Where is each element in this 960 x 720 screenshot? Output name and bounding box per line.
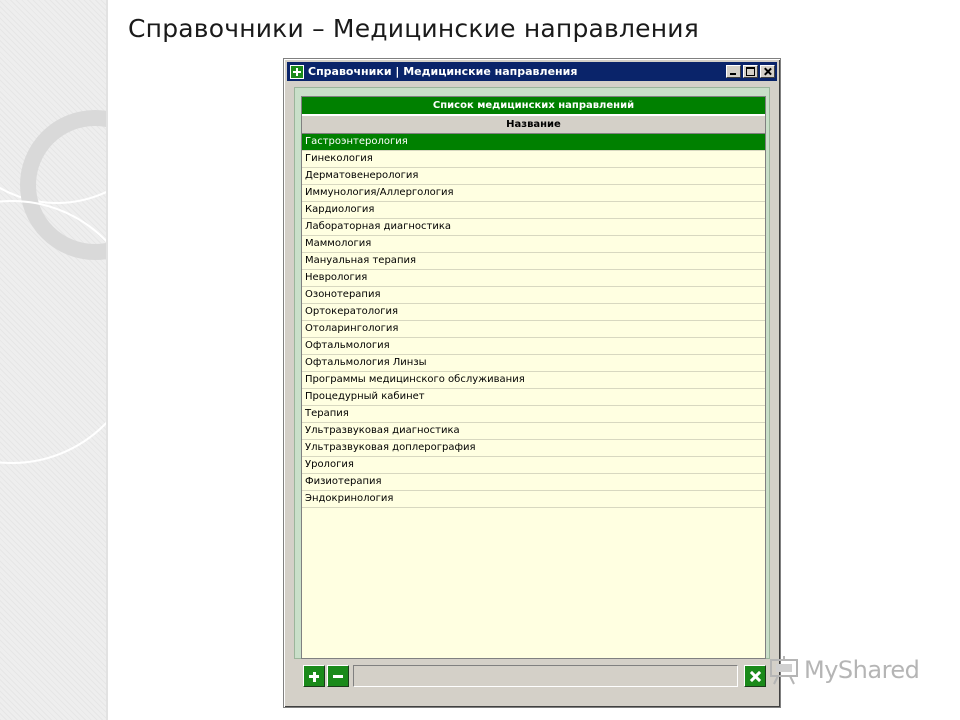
maximize-button[interactable] — [743, 65, 758, 78]
table-row[interactable]: Маммология — [302, 236, 765, 253]
table-row[interactable]: Лабораторная диагностика — [302, 219, 765, 236]
decorative-strip — [0, 0, 108, 720]
window-controls — [726, 65, 775, 78]
column-header-name[interactable]: Название — [302, 115, 765, 134]
close-window-button[interactable] — [760, 65, 775, 78]
watermark-text: MyShared — [804, 656, 920, 684]
window-title: Справочники | Медицинские направления — [308, 65, 578, 78]
close-form-button[interactable] — [744, 665, 766, 687]
watermark: MyShared — [768, 654, 920, 686]
table-row[interactable]: Офтальмология — [302, 338, 765, 355]
grid-rows: Гастроэнтерология Гинекология Дерматовенер… — [302, 134, 765, 508]
plus-icon — [304, 666, 324, 686]
slide-title: Справочники – Медицинские направления — [128, 14, 699, 43]
minimize-button[interactable] — [726, 65, 741, 78]
table-row[interactable]: Дерматовенерология — [302, 168, 765, 185]
minus-icon — [328, 666, 348, 686]
table-row[interactable]: Мануальная терапия — [302, 253, 765, 270]
table-row[interactable]: Гастроэнтерология — [302, 134, 765, 151]
table-row[interactable]: Ультразвуковая диагностика — [302, 423, 765, 440]
app-cross-icon — [290, 64, 304, 79]
table-row[interactable]: Эндокринология — [302, 491, 765, 508]
table-row[interactable]: Иммунология/Аллергология — [302, 185, 765, 202]
add-record-button[interactable] — [303, 665, 325, 687]
table-row[interactable]: Программы медицинского обслуживания — [302, 372, 765, 389]
table-row[interactable]: Неврология — [302, 270, 765, 287]
table-row[interactable]: Терапия — [302, 406, 765, 423]
toolbar-spacer — [353, 665, 738, 687]
directions-grid: Список медицинских направлений Название … — [301, 96, 766, 659]
table-row[interactable]: Отоларингология — [302, 321, 765, 338]
table-row[interactable]: Ультразвуковая доплерография — [302, 440, 765, 457]
delete-record-button[interactable] — [327, 665, 349, 687]
table-row[interactable]: Процедурный кабинет — [302, 389, 765, 406]
decorative-circle — [0, 200, 106, 464]
table-row[interactable]: Офтальмология Линзы — [302, 355, 765, 372]
table-row[interactable]: Гинекология — [302, 151, 765, 168]
table-row[interactable]: Физиотерапия — [302, 474, 765, 491]
close-icon — [745, 666, 765, 686]
presentation-board-icon — [770, 656, 798, 685]
table-row[interactable]: Урология — [302, 457, 765, 474]
table-row[interactable]: Кардиология — [302, 202, 765, 219]
grid-caption: Список медицинских направлений — [302, 97, 765, 115]
window-titlebar[interactable]: Справочники | Медицинские направления — [287, 62, 777, 81]
table-row[interactable]: Ортокератология — [302, 304, 765, 321]
bottom-toolbar — [301, 662, 766, 690]
app-window: Справочники | Медицинские направления Сп… — [283, 58, 781, 708]
table-row[interactable]: Озонотерапия — [302, 287, 765, 304]
